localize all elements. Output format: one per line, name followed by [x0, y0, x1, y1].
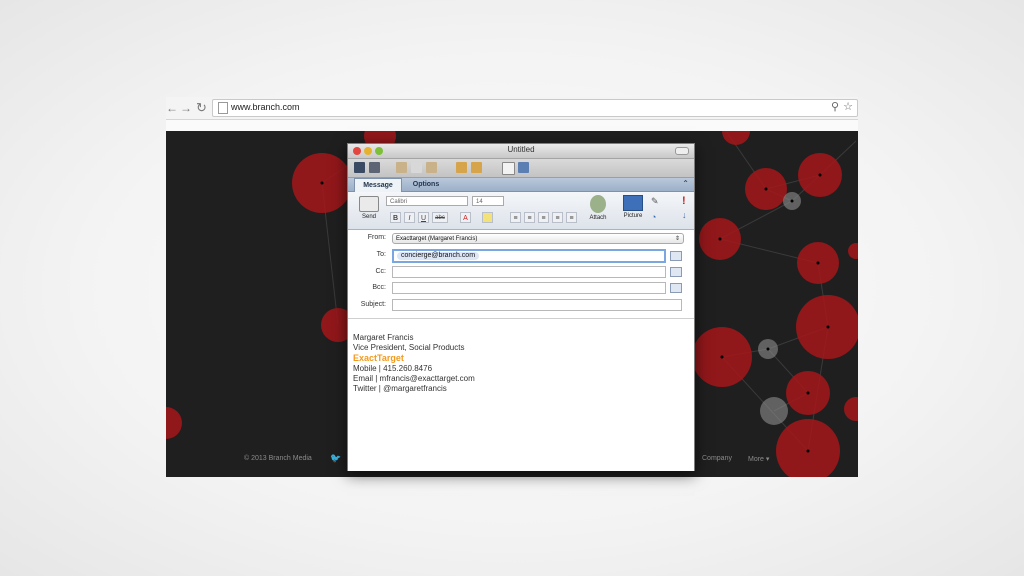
subject-label: Subject:	[360, 301, 386, 308]
cc-address-book-icon[interactable]	[670, 267, 682, 277]
paste-icon[interactable]	[426, 162, 437, 173]
redo-icon[interactable]	[471, 162, 482, 173]
picture-icon	[623, 195, 643, 211]
low-priority-icon[interactable]: ↓	[682, 210, 687, 220]
numbering-icon[interactable]: ≡	[524, 212, 535, 223]
from-value: Exacttarget (Margaret Francis)	[396, 236, 478, 242]
underline-button[interactable]: U	[418, 212, 429, 223]
signature-mobile: Mobile | 415.260.8476	[353, 364, 433, 373]
save-icon[interactable]	[354, 162, 365, 173]
footer-link-more[interactable]: More ▾	[748, 455, 769, 463]
zoom-icon[interactable]: ⚲	[831, 100, 839, 114]
font-name-select[interactable]: Calibri	[386, 196, 468, 206]
bcc-address-book-icon[interactable]	[670, 283, 682, 293]
to-label: To:	[376, 251, 386, 258]
recipient-chip[interactable]: concierge@branch.com	[397, 252, 480, 260]
signature-email: Email | mfrancis@exacttarget.com	[353, 374, 475, 383]
message-header-fields: From: Exacttarget (Margaret Francis) ⇕ T…	[348, 230, 694, 318]
to-field[interactable]: concierge@branch.com	[392, 249, 666, 263]
high-priority-icon[interactable]: !	[682, 195, 686, 207]
undo-icon[interactable]	[456, 162, 467, 173]
justify-icon[interactable]: ≡	[566, 212, 577, 223]
paperclip-icon	[590, 195, 606, 213]
bold-button[interactable]: B	[390, 212, 401, 223]
back-arrow-icon[interactable]: ←	[166, 99, 178, 117]
forward-arrow-icon[interactable]: →	[180, 99, 192, 117]
from-label: From:	[367, 234, 386, 241]
copy-icon[interactable]	[411, 162, 422, 173]
tab-options[interactable]: Options	[402, 178, 450, 191]
url-text[interactable]: www.branch.com	[231, 101, 300, 114]
footer-link-company[interactable]: Company	[702, 455, 732, 462]
address-book-icon[interactable]	[518, 162, 529, 173]
ribbon-message: Send Calibri 14 B I U abc A ≡ ≡ ≡ ≡ ≡ At…	[348, 192, 694, 230]
from-account-select[interactable]: Exacttarget (Margaret Francis) ⇕	[392, 233, 684, 244]
to-address-book-icon[interactable]	[670, 251, 682, 261]
signature-company: ExactTarget	[353, 353, 404, 363]
signature-twitter: Twitter | @margaretfrancis	[353, 384, 447, 393]
bookmark-star-icon[interactable]: ☆	[843, 100, 853, 114]
browser-toolbar: ← → ↻ www.branch.com ⚲ ☆	[166, 97, 858, 120]
attach-button[interactable]: Attach	[586, 195, 610, 221]
italic-button[interactable]: I	[404, 212, 415, 223]
select-arrows-icon: ⇕	[674, 236, 680, 242]
send-icon	[359, 196, 379, 212]
mail-compose-window: Untitled Message Options ⌃ Send Calibri …	[347, 143, 695, 471]
cut-icon[interactable]	[396, 162, 407, 173]
footer-copyright: © 2013 Branch Media	[244, 455, 312, 462]
quick-access-toolbar	[348, 159, 694, 178]
signature-pen-icon[interactable]: ✎	[651, 196, 659, 207]
bcc-label: Bcc:	[372, 284, 386, 291]
document-icon[interactable]	[502, 162, 515, 175]
picture-button[interactable]: Picture	[620, 195, 646, 219]
align-right-icon[interactable]: ≡	[552, 212, 563, 223]
signature-name: Margaret Francis	[353, 333, 414, 342]
bookmark-bar	[166, 120, 858, 131]
window-titlebar[interactable]: Untitled	[348, 144, 694, 159]
window-title: Untitled	[507, 145, 535, 154]
bullets-icon[interactable]: ≡	[510, 212, 521, 223]
strikethrough-button[interactable]: abc	[432, 212, 448, 223]
reload-icon[interactable]: ↻	[196, 99, 207, 117]
send-label: Send	[361, 214, 376, 220]
align-center-icon[interactable]: ≡	[538, 212, 549, 223]
address-bar[interactable]: www.branch.com ⚲ ☆	[212, 99, 858, 117]
collapse-ribbon-icon[interactable]: ⌃	[682, 179, 689, 188]
message-body[interactable]: Margaret Francis Vice President, Social …	[348, 318, 694, 471]
font-color-icon[interactable]: A	[460, 212, 471, 223]
ribbon-tabs: Message Options ⌃	[348, 178, 694, 192]
font-size-select[interactable]: 14	[472, 196, 504, 206]
send-button[interactable]: Send	[358, 196, 380, 226]
print-icon[interactable]	[369, 162, 380, 173]
picture-label: Picture	[623, 213, 643, 219]
subject-field[interactable]	[392, 299, 682, 311]
cc-label: Cc:	[375, 268, 387, 275]
signature-title: Vice President, Social Products	[353, 343, 465, 352]
toolbar-toggle-button[interactable]	[675, 147, 689, 155]
highlight-icon[interactable]	[482, 212, 493, 223]
cc-field[interactable]	[392, 266, 666, 278]
category-icon[interactable]: ◔	[651, 212, 656, 222]
twitter-icon[interactable]: 🐦	[330, 453, 341, 464]
bcc-field[interactable]	[392, 282, 666, 294]
attach-label: Attach	[589, 215, 607, 221]
tab-message[interactable]: Message	[354, 178, 402, 192]
page-icon	[218, 102, 228, 114]
